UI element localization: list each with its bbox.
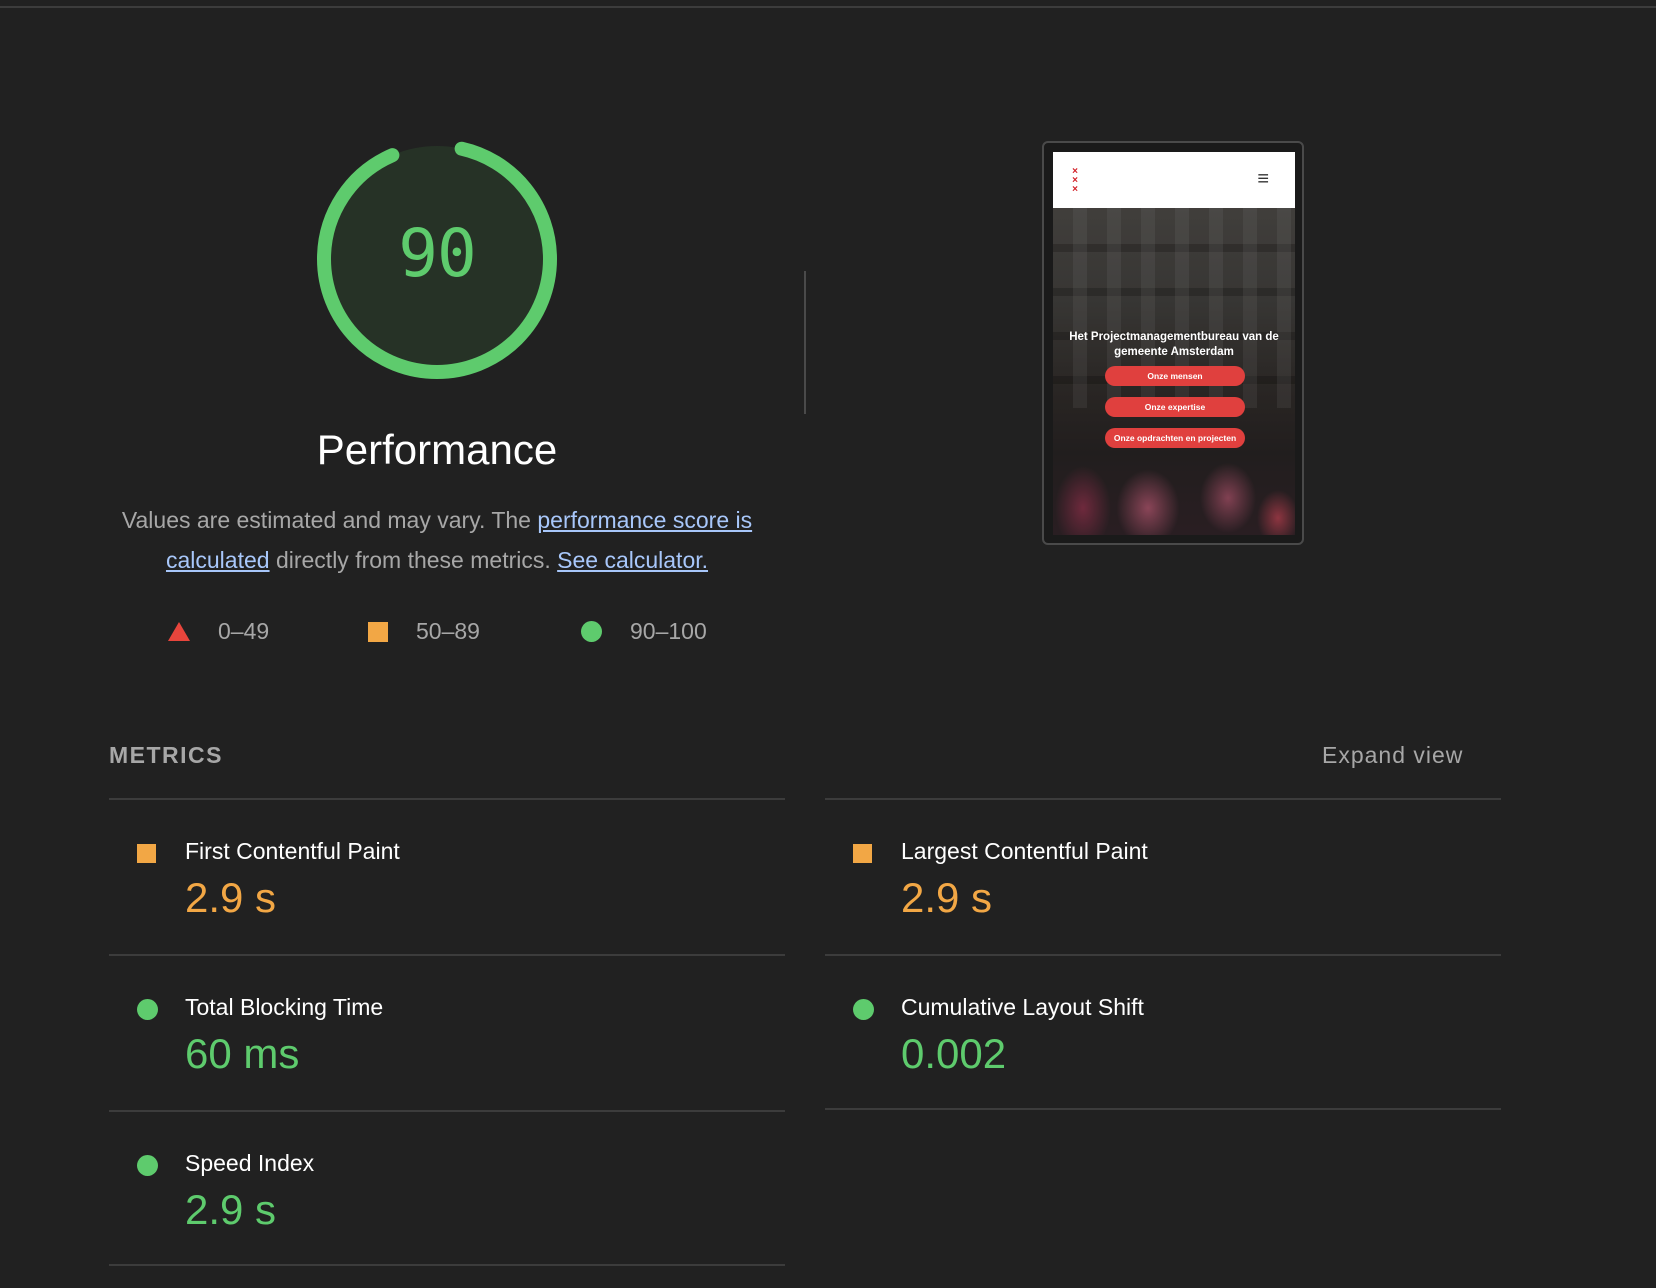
score-description: Values are estimated and may vary. The p…	[105, 500, 769, 580]
gauge-score: 90	[398, 214, 476, 292]
circle-icon	[137, 999, 158, 1020]
circle-icon	[137, 1155, 158, 1176]
description-text-1: Values are estimated and may vary. The	[121, 507, 538, 533]
metric-title: Speed Index	[185, 1150, 315, 1176]
metrics-divider	[825, 1108, 1501, 1110]
metrics-heading: METRICS	[109, 742, 223, 768]
hero-button-opdrachten: Onze opdrachten en projecten	[1105, 428, 1245, 448]
legend-item-average: 50–89	[368, 618, 480, 645]
legend-item-fail: 0–49	[168, 618, 269, 645]
metric-cls: Cumulative Layout Shift 0.002	[825, 956, 1501, 1106]
hero-image: Het Projectmanagementbureau van de gemee…	[1053, 208, 1295, 535]
metric-value: 60 ms	[185, 1030, 300, 1077]
metric-tbt: Total Blocking Time 60 ms	[109, 956, 785, 1106]
hero-button-expertise: Onze expertise	[1105, 397, 1245, 417]
hamburger-menu-icon: ≡	[1257, 168, 1269, 190]
circle-icon	[581, 621, 602, 642]
description-text-2: directly from these metrics.	[269, 547, 558, 573]
legend-item-pass: 90–100	[581, 618, 707, 645]
metric-speed-index: Speed Index 2.9 s	[109, 1112, 785, 1262]
metric-title: First Contentful Paint	[185, 838, 400, 864]
see-calculator-link[interactable]: See calculator.	[557, 547, 708, 573]
performance-gauge[interactable]: 90	[309, 131, 565, 387]
metric-title: Cumulative Layout Shift	[901, 994, 1144, 1020]
hero-button-mensen: Onze mensen	[1105, 366, 1245, 386]
metric-title: Total Blocking Time	[185, 994, 384, 1020]
site-header: × × × ≡	[1053, 152, 1295, 208]
metric-value: 2.9 s	[901, 874, 993, 921]
metrics-divider	[109, 1264, 785, 1266]
legend-range: 0–49	[218, 618, 270, 644]
hero-heading: Het Projectmanagementbureau van de gemee…	[1069, 331, 1279, 358]
metric-lcp: Largest Contentful Paint 2.9 s	[825, 800, 1501, 950]
metric-fcp: First Contentful Paint 2.9 s	[109, 800, 785, 950]
screenshot-viewport: × × × ≡ Het Projectmanagementbureau van de…	[1053, 152, 1295, 535]
metric-title: Largest Contentful Paint	[901, 838, 1148, 864]
triangle-icon	[168, 622, 190, 641]
amsterdam-logo-icon: × × ×	[1072, 166, 1078, 195]
lighthouse-report: 90 Performance Values are estimated and …	[0, 0, 1656, 1288]
metric-value: 2.9 s	[185, 1186, 277, 1233]
circle-icon	[853, 999, 874, 1020]
square-icon	[368, 621, 388, 642]
top-divider	[0, 6, 1656, 8]
square-icon	[137, 844, 156, 863]
expand-view-button[interactable]: Expand view	[1322, 742, 1463, 769]
vertical-divider	[804, 271, 806, 414]
final-screenshot[interactable]: × × × ≡ Het Projectmanagementbureau van de…	[1042, 141, 1304, 545]
metric-value: 2.9 s	[185, 874, 277, 921]
legend-range: 90–100	[630, 618, 707, 644]
gauge-title: Performance	[316, 426, 558, 473]
score-legend: 0–49 50–89 90–100	[0, 618, 900, 652]
legend-range: 50–89	[416, 618, 480, 644]
square-icon	[853, 844, 872, 863]
metric-value: 0.002	[901, 1030, 1007, 1077]
